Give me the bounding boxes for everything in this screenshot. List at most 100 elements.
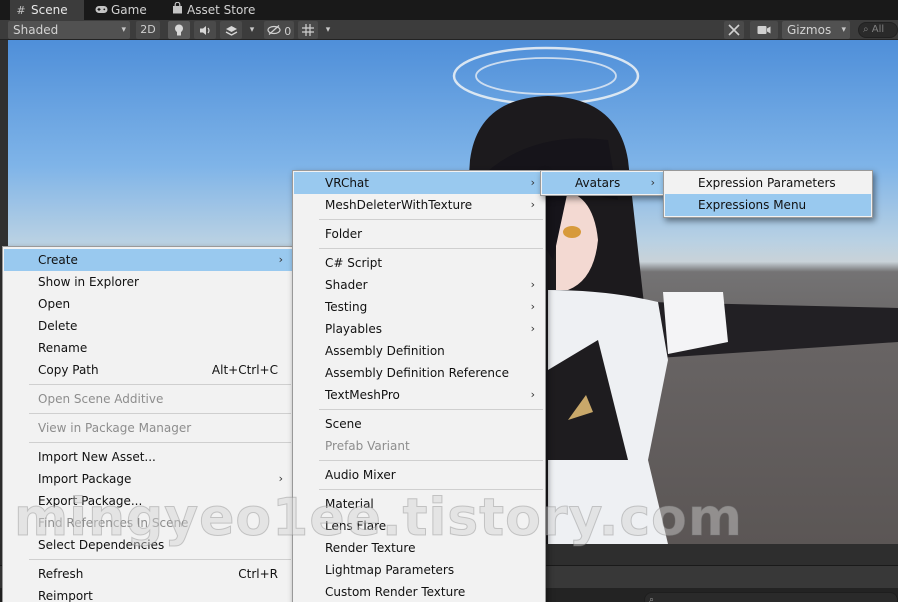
grid-icon — [302, 24, 314, 39]
effects-dropdown-arrow[interactable]: ▾ — [244, 21, 260, 39]
gamepad-icon — [94, 1, 108, 21]
menu-item-reimport[interactable]: Reimport — [4, 585, 292, 602]
menu-item-refresh[interactable]: Refresh Ctrl+R — [4, 563, 292, 585]
menu-item-folder[interactable]: Folder — [294, 223, 544, 245]
search-icon: ⌕ — [863, 24, 869, 35]
menu-item-create[interactable]: Create › — [4, 249, 292, 271]
menu-item-c-script[interactable]: C# Script — [294, 252, 544, 274]
speaker-icon — [199, 26, 212, 39]
project-search-input[interactable]: ⌕ — [644, 592, 898, 602]
menu-separator — [29, 384, 291, 385]
hidden-objects-toggle[interactable]: 0 — [264, 21, 294, 39]
tab-asset-store[interactable]: Asset Store — [166, 0, 256, 20]
camera-icon — [757, 25, 771, 38]
menu-item-textmeshpro[interactable]: TextMeshPro › — [294, 384, 544, 406]
asset-context-menu: Create › Show in Explorer Open Delete Rename C… — [2, 246, 294, 602]
lighting-toggle[interactable] — [168, 21, 190, 39]
menu-item-show-in-explorer[interactable]: Show in Explorer — [4, 271, 292, 293]
menu-item-label: View in Package Manager — [38, 421, 192, 435]
menu-item-label: Scene — [325, 417, 362, 431]
menu-item-import-new-asset[interactable]: Import New Asset... — [4, 446, 292, 468]
menu-item-vrchat[interactable]: VRChat › — [294, 172, 544, 194]
menu-item-rename[interactable]: Rename — [4, 337, 292, 359]
menu-item-label: Copy Path — [38, 363, 99, 377]
effects-toggle[interactable] — [220, 21, 242, 39]
chevron-right-icon: › — [530, 300, 535, 313]
menu-item-import-package[interactable]: Import Package › — [4, 468, 292, 490]
search-placeholder: All — [871, 24, 885, 35]
menu-separator — [319, 409, 543, 410]
menu-item-open[interactable]: Open — [4, 293, 292, 315]
menu-item-label: Delete — [38, 319, 78, 333]
menu-item-view-in-package-manager: View in Package Manager — [4, 417, 292, 439]
window-tab-bar: # Scene Game Asset Store — [0, 0, 898, 20]
menu-item-label: Refresh — [38, 567, 84, 581]
menu-item-expression-parameters[interactable]: Expression Parameters — [665, 172, 871, 194]
chevron-right-icon: › — [530, 322, 535, 335]
menu-item-label: C# Script — [325, 256, 383, 270]
grid-dropdown-arrow[interactable]: ▾ — [320, 21, 336, 39]
audio-toggle[interactable] — [194, 21, 216, 39]
menu-item-meshdeleterwithtexture[interactable]: MeshDeleterWithTexture › — [294, 194, 544, 216]
menu-item-audio-mixer[interactable]: Audio Mixer — [294, 464, 544, 486]
menu-item-lightmap-parameters[interactable]: Lightmap Parameters — [294, 559, 544, 581]
menu-item-expressions-menu[interactable]: Expressions Menu — [665, 194, 871, 216]
menu-separator — [319, 219, 543, 220]
menu-item-label: Assembly Definition — [325, 344, 445, 358]
menu-item-shader[interactable]: Shader › — [294, 274, 544, 296]
tab-asset-store-label: Asset Store — [187, 3, 256, 17]
menu-item-label: MeshDeleterWithTexture — [325, 198, 473, 212]
watermark: mingyeo1ee.tistory.com — [13, 488, 744, 549]
menu-item-assembly-definition[interactable]: Assembly Definition — [294, 340, 544, 362]
menu-item-assembly-definition-reference[interactable]: Assembly Definition Reference — [294, 362, 544, 384]
menu-separator — [319, 460, 543, 461]
menu-item-scene[interactable]: Scene — [294, 413, 544, 435]
chevron-right-icon: › — [278, 472, 283, 485]
grid-toggle[interactable] — [298, 21, 318, 39]
menu-separator — [29, 559, 291, 560]
menu-item-custom-render-texture[interactable]: Custom Render Texture — [294, 581, 544, 602]
camera-button[interactable] — [750, 21, 778, 39]
2d-mode-button[interactable]: 2D — [136, 21, 160, 39]
avatars-submenu: Expression Parameters Expressions Menu — [663, 170, 873, 218]
menu-item-label: TextMeshPro — [325, 388, 400, 402]
lightbulb-icon — [174, 24, 184, 40]
menu-item-prefab-variant: Prefab Variant — [294, 435, 544, 457]
menu-item-label: VRChat — [325, 176, 369, 190]
layers-icon — [225, 26, 238, 39]
shading-mode-dropdown[interactable]: Shaded ▾ — [8, 21, 130, 39]
chevron-down-icon: ▾ — [121, 25, 126, 35]
menu-item-playables[interactable]: Playables › — [294, 318, 544, 340]
menu-item-copy-path[interactable]: Copy Path Alt+Ctrl+C — [4, 359, 292, 381]
search-icon: ⌕ — [649, 595, 655, 602]
hidden-count: 0 — [284, 25, 292, 38]
menu-item-shortcut: Alt+Ctrl+C — [211, 363, 278, 377]
chevron-right-icon: › — [530, 198, 535, 211]
vrchat-submenu: Avatars › — [540, 170, 666, 196]
menu-item-label: Folder — [325, 227, 363, 241]
scene-toolbar: Shaded ▾ 2D ▾ 0 ▾ Gizmos ▾ ⌕ All — [0, 20, 898, 40]
menu-item-delete[interactable]: Delete — [4, 315, 292, 337]
menu-item-label: Testing — [325, 300, 368, 314]
menu-item-label: Create — [38, 253, 78, 267]
tools-button[interactable] — [724, 21, 744, 39]
tab-game[interactable]: Game — [90, 0, 164, 20]
scene-search-input[interactable]: ⌕ All — [858, 22, 898, 38]
menu-item-label: Avatars — [575, 176, 621, 190]
menu-item-avatars[interactable]: Avatars › — [542, 172, 664, 194]
tab-scene[interactable]: # Scene — [10, 0, 84, 20]
menu-separator — [29, 442, 291, 443]
menu-item-label: Rename — [38, 341, 88, 355]
menu-item-label: Import New Asset... — [38, 450, 156, 464]
shopping-bag-icon — [170, 1, 184, 21]
gizmos-dropdown[interactable]: Gizmos ▾ — [782, 21, 850, 39]
menu-item-open-scene-additive: Open Scene Additive — [4, 388, 292, 410]
menu-item-label: Playables — [325, 322, 382, 336]
menu-item-label: Prefab Variant — [325, 439, 410, 453]
menu-item-label: Audio Mixer — [325, 468, 396, 482]
menu-item-label: Expressions Menu — [698, 198, 807, 212]
chevron-right-icon: › — [530, 278, 535, 291]
menu-item-testing[interactable]: Testing › — [294, 296, 544, 318]
chevron-right-icon: › — [650, 176, 655, 189]
shading-mode-label: Shaded — [13, 23, 59, 37]
